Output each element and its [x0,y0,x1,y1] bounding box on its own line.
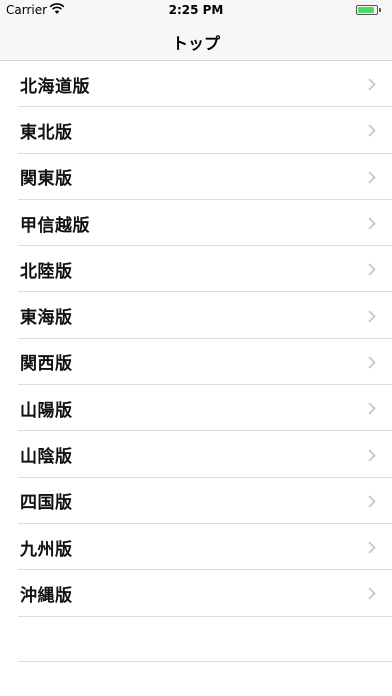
chevron-right-icon [368,356,376,369]
list-item-shikoku[interactable]: 四国版 [0,478,392,525]
chevron-right-icon [368,587,376,601]
list-item-label: 山陽版 [20,400,73,421]
list-item-kyushu[interactable]: 九州版 [0,524,392,571]
chevron-right-icon [368,309,376,323]
list-item-label: 関西版 [20,354,73,375]
list-item-koshinetsu[interactable]: 甲信越版 [0,200,392,247]
status-time: 2:25 PM [168,3,224,17]
list-item-label: 四国版 [20,493,73,514]
chevron-right-icon [368,78,376,91]
chevron-right-icon [368,402,376,415]
app-screen: Carrier 2:25 PM トップ 北海道版 東北版 関東版 甲信越版 北陸… [0,0,392,696]
navigation-bar: トップ [0,20,392,61]
list-item-label: 九州版 [20,539,73,560]
chevron-right-icon [368,495,376,508]
battery-icon [356,5,381,15]
list-item-hokuriku[interactable]: 北陸版 [0,246,392,293]
list-item-tohoku[interactable]: 東北版 [0,107,392,154]
chevron-right-icon [368,263,376,276]
chevron-right-icon [368,171,376,184]
list-item-label: 東北版 [20,122,73,143]
list-item-label: 山陰版 [20,447,73,468]
chevron-right-icon [368,541,376,554]
edition-list: 北海道版 東北版 関東版 甲信越版 北陸版 東海版 関西版 山陽版 山陰版 四国… [0,61,392,617]
list-item-label: 沖縄版 [20,585,73,606]
chevron-right-icon [368,217,376,230]
list-item-sanin[interactable]: 山陰版 [0,431,392,478]
list-item-sanyo[interactable]: 山陽版 [0,385,392,432]
list-item-label: 甲信越版 [20,215,90,236]
list-item-hokkaido[interactable]: 北海道版 [0,61,392,108]
list-item-label: 東海版 [20,308,73,329]
list-item-kansai[interactable]: 関西版 [0,339,392,386]
page-title: トップ [171,34,220,53]
list-item-okinawa[interactable]: 沖縄版 [0,570,392,617]
chevron-right-icon [368,124,376,138]
list-footer-divider [18,661,392,662]
status-bar: Carrier 2:25 PM [0,0,392,20]
list-item-tokai[interactable]: 東海版 [0,292,392,340]
list-item-kanto[interactable]: 関東版 [0,154,392,201]
list-item-label: 北陸版 [20,261,73,282]
list-item-label: 関東版 [20,169,73,190]
list-item-label: 北海道版 [20,76,90,97]
chevron-right-icon [368,448,376,462]
